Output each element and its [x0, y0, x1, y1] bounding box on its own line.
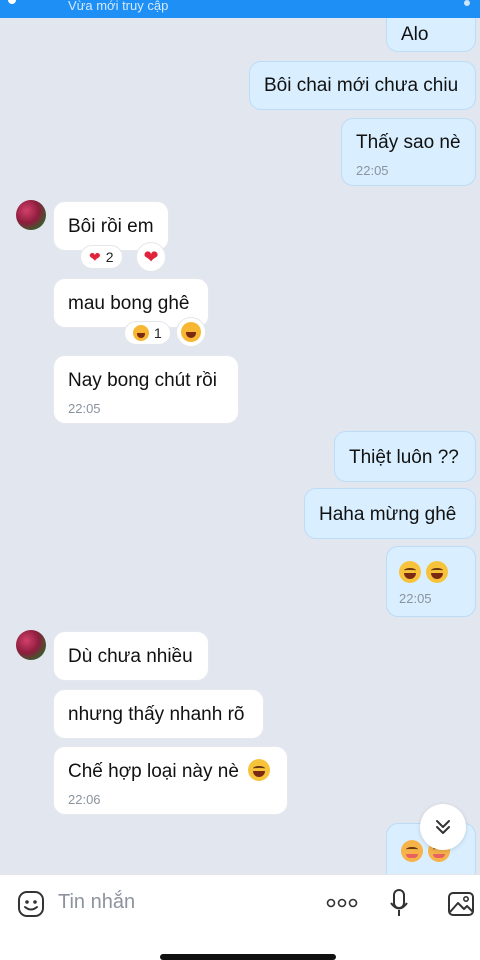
message-sent[interactable]: 22:05	[386, 546, 476, 617]
notch-dot	[8, 0, 16, 4]
last-active-status: Vừa mới truy cập	[68, 0, 169, 13]
message-text: Chế hợp loại này nè	[68, 758, 273, 782]
message-time: 22:05	[399, 591, 432, 606]
message-input[interactable]: Tin nhắn	[58, 891, 135, 914]
message-text-content: Chế hợp loại này nè	[68, 761, 239, 782]
message-sent[interactable]: Bôi chai mới chưa chiu	[249, 61, 476, 110]
message-text: Bôi rồi em	[68, 216, 154, 237]
laugh-reaction-icon	[181, 322, 201, 342]
message-time: 22:05	[68, 401, 101, 416]
laughing-tears-icon	[426, 561, 449, 583]
top-status-bar: Vừa mới truy cập	[0, 0, 480, 18]
blushing-face-icon	[401, 840, 423, 862]
message-received[interactable]: Chế hợp loại này nè 22:06	[53, 746, 288, 815]
react-heart-button[interactable]: ❤	[136, 242, 166, 272]
scroll-to-bottom-button[interactable]	[420, 804, 466, 850]
composer-bar: Tin nhắn	[0, 874, 480, 960]
microphone-icon[interactable]	[386, 887, 412, 919]
heart-icon: ❤	[143, 247, 159, 267]
message-time: 22:06	[68, 792, 101, 807]
laughing-tears-icon	[399, 561, 421, 583]
message-text: nhưng thấy nhanh rõ	[68, 704, 245, 725]
message-text: Dù chưa nhiều	[68, 646, 193, 667]
sticker-icon[interactable]	[16, 889, 46, 919]
message-sent[interactable]: Thấy sao nè 22:05	[341, 118, 476, 186]
message-text: Thấy sao nè	[356, 132, 461, 153]
reaction-summary[interactable]: ❤ 2	[80, 245, 123, 269]
chat-area[interactable]: Alo Bôi chai mới chưa chiu Thấy sao nè 2…	[0, 18, 480, 874]
image-icon[interactable]	[446, 889, 476, 919]
chevron-double-down-icon	[436, 820, 450, 834]
message-received[interactable]: Nay bong chút rồi 22:05	[53, 355, 239, 424]
react-laugh-button[interactable]	[176, 317, 206, 347]
emoji-row	[399, 561, 461, 583]
more-icon[interactable]	[324, 891, 360, 915]
message-received[interactable]: nhưng thấy nhanh rõ	[53, 689, 264, 739]
reaction-count: 2	[105, 249, 114, 265]
reaction-count: 1	[154, 325, 162, 341]
message-received[interactable]: Dù chưa nhiều	[53, 631, 209, 681]
message-time: 22:05	[356, 163, 389, 178]
message-text: Nay bong chút rồi	[68, 370, 217, 391]
reaction-summary[interactable]: 1	[124, 321, 171, 345]
message-text: Haha mừng ghê	[319, 504, 457, 525]
message-sent[interactable]: Thiệt luôn ??	[334, 431, 476, 482]
message-text: Thiệt luôn ??	[349, 447, 459, 468]
message-text: mau bong ghê	[68, 293, 190, 314]
heart-icon: ❤	[89, 249, 101, 265]
message-sent[interactable]: Haha mừng ghê	[304, 488, 476, 539]
message-sent[interactable]: Alo	[386, 18, 476, 52]
contact-avatar[interactable]	[16, 630, 46, 660]
grinning-face-icon	[248, 758, 271, 781]
contact-avatar[interactable]	[16, 200, 46, 230]
header-edge-icon	[464, 0, 470, 6]
home-indicator	[160, 954, 336, 960]
laugh-reaction-icon	[133, 325, 149, 341]
message-text: Alo	[401, 24, 429, 45]
message-text: Bôi chai mới chưa chiu	[264, 75, 459, 96]
